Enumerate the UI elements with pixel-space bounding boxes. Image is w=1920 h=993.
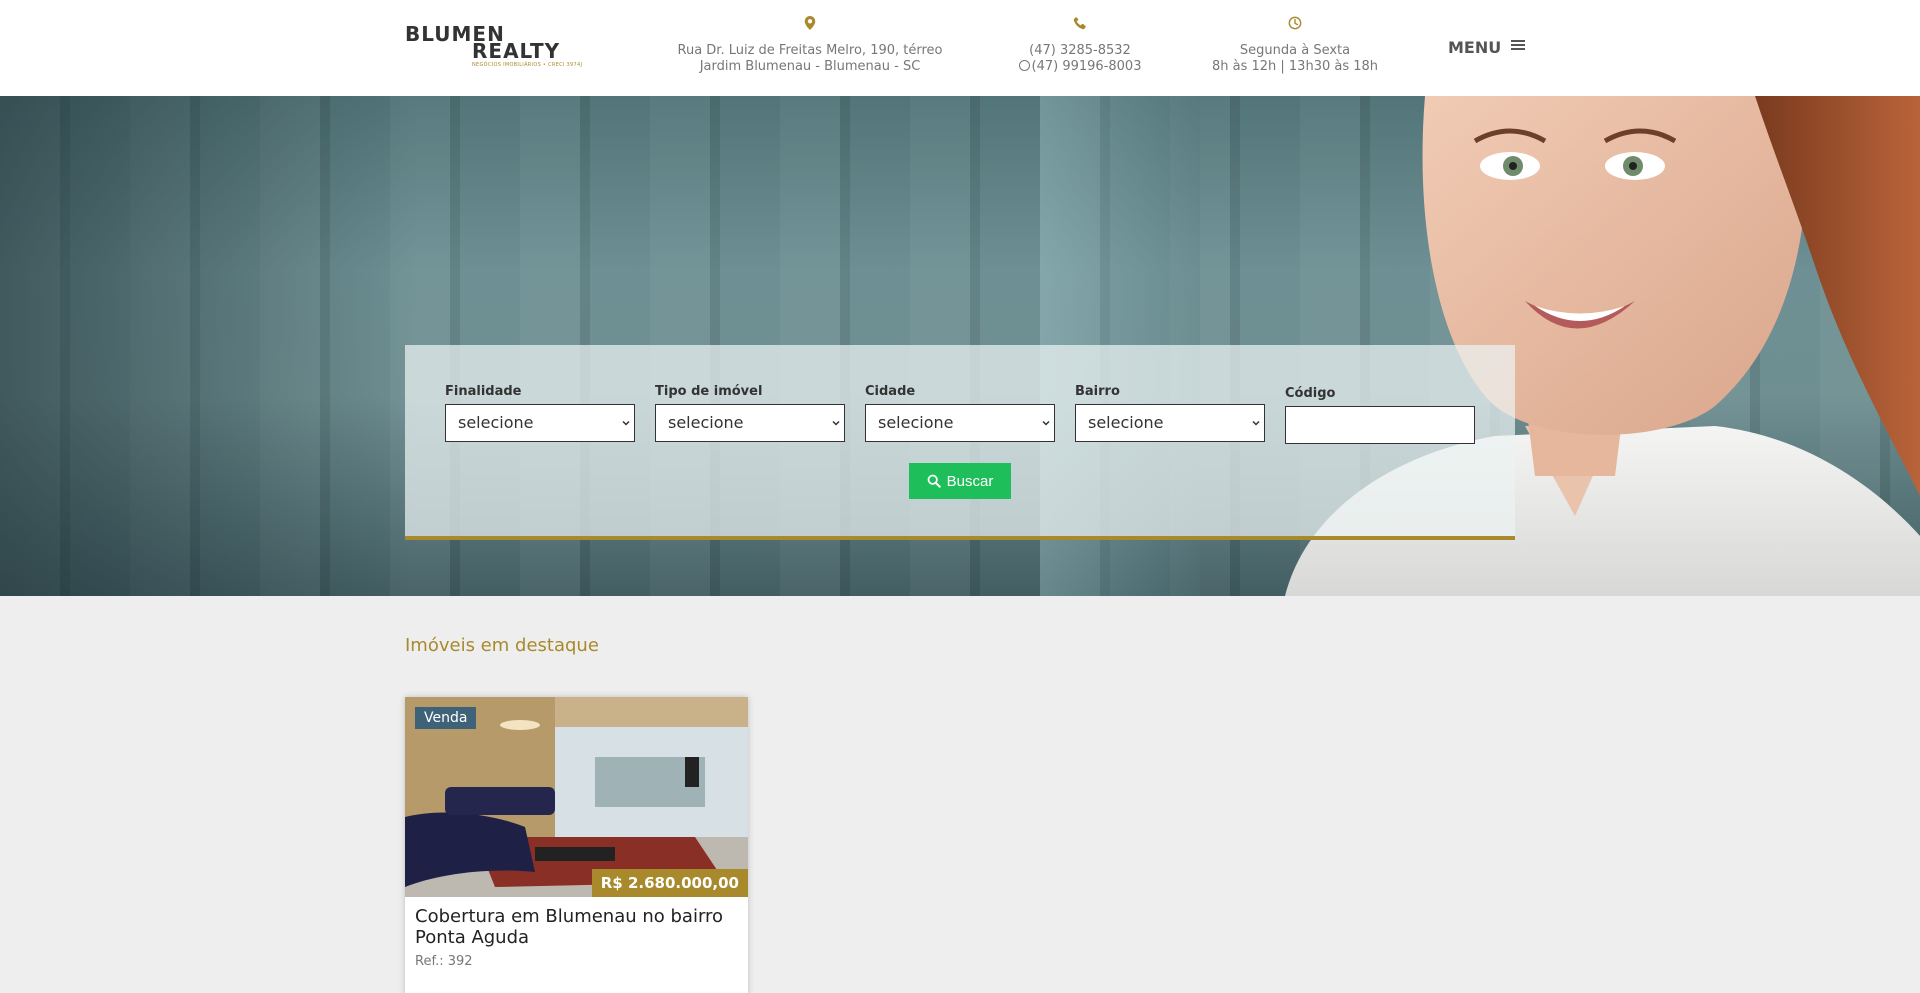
- cidade-select[interactable]: selecione: [865, 404, 1055, 442]
- hours-line1: Segunda à Sexta: [1239, 43, 1351, 58]
- bairro-label: Bairro: [1075, 384, 1120, 399]
- tipo-imovel-value: selecione: [668, 413, 744, 432]
- phone-icon: [1000, 16, 1160, 36]
- property-search-form: Finalidade selecione Tipo de imóvel sele…: [405, 345, 1515, 540]
- address-line1: Rua Dr. Luiz de Freitas Melro, 190, térr…: [677, 43, 943, 58]
- menu-label: MENU: [1448, 38, 1502, 57]
- property-photo[interactable]: Venda R$ 2.680.000,00: [405, 697, 748, 897]
- codigo-input[interactable]: [1285, 406, 1475, 444]
- select-arrow-icon: [1252, 420, 1260, 426]
- select-arrow-icon: [622, 420, 630, 426]
- codigo-label: Código: [1285, 386, 1336, 401]
- logo[interactable]: BLUMEN REALTY NEGÓCIOS IMOBILIÁRIOS • CR…: [405, 24, 605, 68]
- search-button[interactable]: Buscar: [909, 463, 1011, 499]
- property-card[interactable]: Venda R$ 2.680.000,00 Cobertura em Blume…: [405, 697, 748, 993]
- finalidade-select[interactable]: selecione: [445, 404, 635, 442]
- tipo-imovel-label: Tipo de imóvel: [655, 384, 763, 399]
- search-icon: [927, 474, 941, 488]
- hero-banner: Finalidade selecione Tipo de imóvel sele…: [0, 96, 1920, 596]
- hamburger-icon: [1510, 38, 1525, 52]
- select-arrow-icon: [1042, 420, 1050, 426]
- whatsapp-icon: [1018, 60, 1030, 71]
- map-marker-icon: [660, 16, 960, 36]
- status-badge: Venda: [415, 707, 477, 729]
- whatsapp-line[interactable]: (47) 99196-8003: [1000, 59, 1160, 75]
- cidade-label: Cidade: [865, 384, 916, 399]
- property-title[interactable]: Cobertura em Blumenau no bairro Ponta Ag…: [415, 906, 735, 948]
- finalidade-label: Finalidade: [445, 384, 522, 399]
- site-header: BLUMEN REALTY NEGÓCIOS IMOBILIÁRIOS • CR…: [0, 0, 1920, 96]
- address-line2: Jardim Blumenau - Blumenau - SC: [699, 59, 921, 74]
- tipo-imovel-select[interactable]: selecione: [655, 404, 845, 442]
- property-ref: Ref.: 392: [415, 954, 473, 969]
- hours-info: Segunda à Sexta 8h às 12h | 13h30 às 18h: [1195, 16, 1395, 75]
- address-info: Rua Dr. Luiz de Freitas Melro, 190, térr…: [660, 16, 960, 75]
- search-button-label: Buscar: [946, 472, 994, 490]
- finalidade-value: selecione: [458, 413, 534, 432]
- tipo-imovel-field: Tipo de imóvel selecione: [655, 384, 845, 442]
- phone-line[interactable]: (47) 3285-8532: [1000, 43, 1160, 59]
- menu-button[interactable]: MENU: [1448, 38, 1525, 57]
- cidade-value: selecione: [878, 413, 954, 432]
- cidade-field: Cidade selecione: [865, 384, 1055, 442]
- logo-tagline: NEGÓCIOS IMOBILIÁRIOS • CRECI 3974J: [472, 62, 583, 68]
- bairro-field: Bairro selecione: [1075, 384, 1265, 442]
- clock-icon: [1195, 16, 1395, 36]
- logo-line2: REALTY: [472, 39, 561, 63]
- bairro-select[interactable]: selecione: [1075, 404, 1265, 442]
- finalidade-field: Finalidade selecione: [445, 384, 635, 442]
- whatsapp-number: (47) 99196-8003: [1031, 59, 1142, 74]
- property-price: R$ 2.680.000,00: [591, 869, 748, 897]
- phone-info: (47) 3285-8532 (47) 99196-8003: [1000, 16, 1160, 75]
- select-arrow-icon: [832, 420, 840, 426]
- codigo-field: Código: [1285, 386, 1475, 444]
- bairro-value: selecione: [1088, 413, 1164, 432]
- hours-line2: 8h às 12h | 13h30 às 18h: [1211, 59, 1379, 74]
- featured-section-title: Imóveis em destaque: [405, 635, 599, 656]
